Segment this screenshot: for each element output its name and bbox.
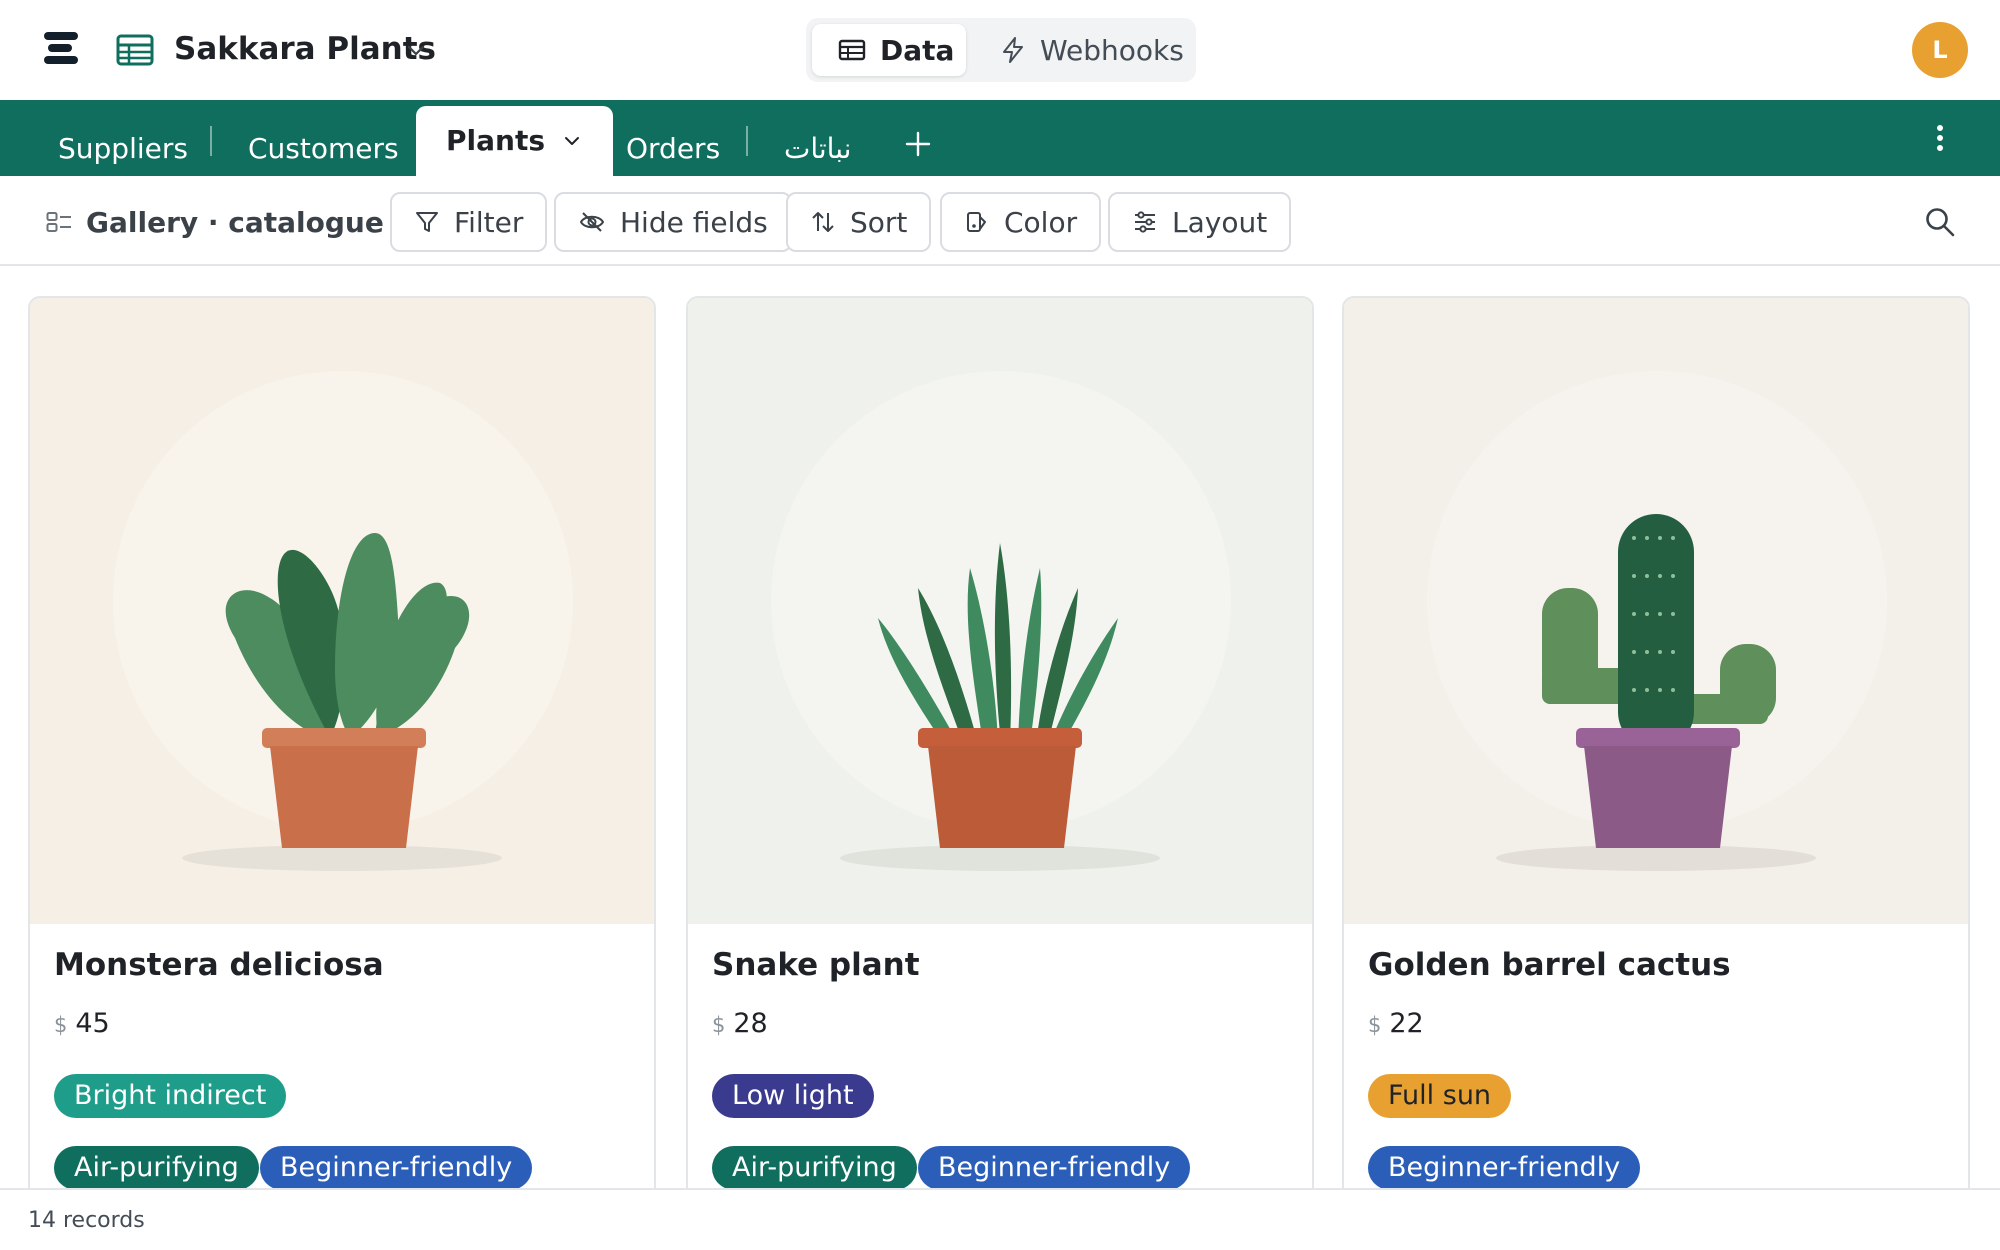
gallery-grid: Monstera deliciosa $45 Bright indirect A…	[0, 266, 2000, 1188]
search-icon[interactable]	[1924, 206, 1956, 238]
chevron-down-icon[interactable]	[561, 130, 583, 152]
layout-label: Layout	[1172, 205, 1268, 239]
feature-tag: Beginner-friendly	[918, 1146, 1191, 1188]
avatar[interactable]: L	[1912, 22, 1968, 78]
hide-fields-button[interactable]: Hide fields	[554, 192, 792, 252]
table-tab-bar: Suppliers Customers Plants Orders نباتات	[0, 100, 2000, 176]
sort-icon	[812, 212, 834, 232]
record-card[interactable]: Golden barrel cactus $22 Full sun Beginn…	[1342, 296, 1970, 1188]
currency-symbol: $	[54, 1013, 68, 1037]
mode-tab-webhooks[interactable]: Webhooks	[994, 24, 1194, 76]
card-price: $45	[54, 1006, 110, 1043]
base-title[interactable]: Sakkara Plants	[174, 28, 436, 70]
tab-plants-label: Plants	[446, 124, 545, 157]
price-value: 22	[1389, 1008, 1424, 1039]
color-button[interactable]: Color	[940, 192, 1102, 252]
mode-tab-data[interactable]: Data	[812, 24, 966, 76]
record-card[interactable]: Snake plant $28 Low light Air-purifying …	[686, 296, 1314, 1188]
table-grid-icon	[116, 34, 154, 66]
view-name: Gallery · catalogue	[86, 205, 384, 239]
layout-button[interactable]: Layout	[1108, 192, 1292, 252]
sort-label: Sort	[850, 205, 908, 239]
tab-divider	[210, 126, 212, 156]
view-toolbar: Gallery · catalogue Filter Hide fields S…	[0, 176, 2000, 266]
more-options-icon[interactable]	[1930, 122, 1950, 154]
currency-symbol: $	[1368, 1013, 1382, 1037]
color-label: Color	[1004, 205, 1078, 239]
gallery-view-icon	[46, 212, 71, 232]
tab-plants[interactable]: Plants	[416, 106, 613, 176]
top-bar: Sakkara Plants Data Webhooks L	[0, 0, 2000, 100]
light-tag: Full sun	[1368, 1074, 1512, 1118]
feature-tag: Air-purifying	[712, 1146, 917, 1188]
paint-bucket-icon	[967, 212, 986, 232]
sort-button[interactable]: Sort	[786, 192, 932, 252]
mode-tab-webhooks-label: Webhooks	[1040, 33, 1184, 67]
view-switcher[interactable]: Gallery · catalogue	[46, 198, 432, 246]
light-tag: Bright indirect	[54, 1074, 287, 1118]
feature-tag: Beginner-friendly	[260, 1146, 533, 1188]
card-image	[688, 298, 1312, 924]
cactus-plant-icon	[1344, 298, 1968, 924]
tab-suppliers[interactable]: Suppliers	[58, 128, 188, 170]
tab-customers[interactable]: Customers	[248, 128, 399, 170]
card-title: Monstera deliciosa	[54, 947, 384, 983]
filter-button[interactable]: Filter	[390, 192, 548, 252]
feature-tag: Air-purifying	[54, 1146, 259, 1188]
tab-orders[interactable]: Orders	[626, 128, 720, 170]
feature-tag: Beginner-friendly	[1368, 1146, 1641, 1188]
monstera-plant-icon	[30, 298, 654, 924]
add-table-icon[interactable]	[904, 130, 932, 158]
card-title: Snake plant	[712, 947, 920, 983]
snake-plant-icon	[688, 298, 1312, 924]
price-value: 28	[733, 1008, 768, 1039]
record-card[interactable]: Monstera deliciosa $45 Bright indirect A…	[28, 296, 656, 1188]
tab-divider	[746, 126, 748, 156]
mode-switch: Data Webhooks	[806, 18, 1196, 82]
sliders-icon	[1135, 211, 1155, 233]
card-title: Golden barrel cactus	[1368, 947, 1731, 983]
record-count: 14 records	[28, 1208, 145, 1233]
filter-icon	[416, 212, 438, 232]
mode-tab-data-label: Data	[880, 33, 955, 67]
app-logo-icon[interactable]	[40, 32, 80, 68]
card-image	[1344, 298, 1968, 924]
chevron-down-icon[interactable]	[404, 38, 428, 62]
table-icon	[838, 39, 866, 61]
filter-label: Filter	[454, 205, 524, 239]
price-value: 45	[75, 1008, 110, 1039]
eye-off-icon	[579, 212, 605, 232]
tab-arabic-plants[interactable]: نباتات	[784, 128, 851, 170]
light-tag: Low light	[712, 1074, 874, 1118]
status-footer: 14 records	[0, 1188, 2000, 1250]
card-image	[30, 298, 654, 924]
lightning-icon	[1003, 37, 1023, 63]
currency-symbol: $	[712, 1013, 726, 1037]
card-price: $22	[1368, 1006, 1424, 1043]
card-price: $28	[712, 1006, 768, 1043]
hide-fields-label: Hide fields	[620, 205, 768, 239]
